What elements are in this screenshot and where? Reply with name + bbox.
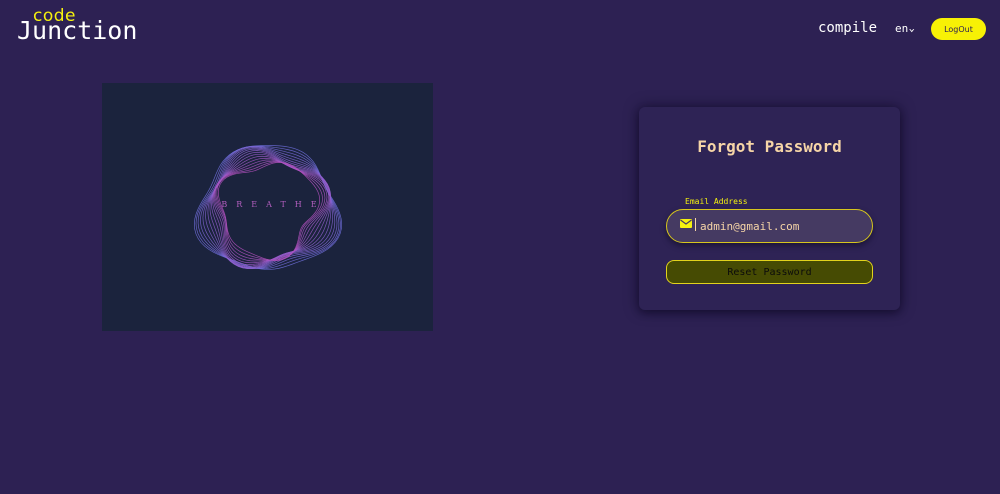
ring-line	[215, 160, 326, 261]
forgot-password-card: Forgot Password Email Address Reset Pass…	[639, 107, 900, 310]
email-input[interactable]	[700, 210, 860, 242]
chevron-down-icon: ⌄	[908, 23, 916, 34]
email-field[interactable]	[666, 209, 873, 243]
reset-password-button[interactable]: Reset Password	[666, 260, 873, 284]
language-selector[interactable]: en ⌄	[895, 22, 915, 35]
nav-link-compile[interactable]: compile	[818, 20, 877, 36]
language-value: en	[895, 22, 909, 35]
email-field-label: Email Address	[685, 197, 748, 206]
card-title: Forgot Password	[697, 137, 842, 156]
breathe-illustration: BREATHE	[102, 83, 433, 331]
app-logo[interactable]: code Junction	[17, 8, 157, 48]
logo-junction-text: Junction	[17, 16, 138, 45]
text-caret	[695, 218, 696, 231]
logout-button[interactable]: LogOut	[931, 18, 986, 40]
illustration-text: BREATHE	[221, 200, 326, 209]
envelope-icon	[680, 219, 692, 228]
